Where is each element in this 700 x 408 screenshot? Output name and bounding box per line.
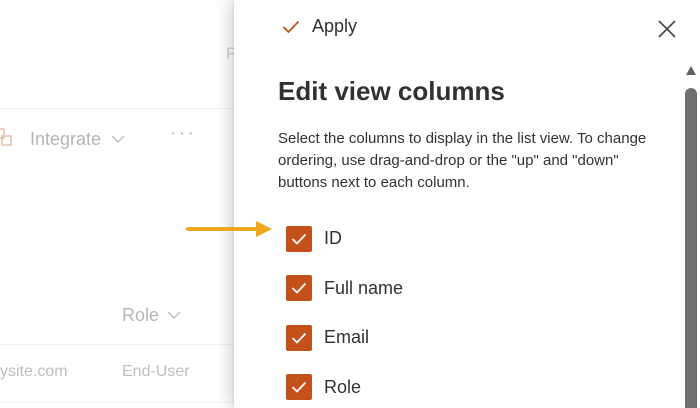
panel-title: Edit view columns (278, 76, 505, 106)
checkmark-icon (291, 233, 307, 245)
column-option-email[interactable]: Email (286, 313, 646, 363)
scrollbar-thumb[interactable] (685, 88, 697, 408)
checkbox[interactable] (286, 225, 312, 252)
checkmark-icon (291, 332, 307, 344)
checkbox[interactable] (286, 374, 312, 401)
column-option-label: Email (324, 327, 370, 348)
checkbox[interactable] (286, 324, 312, 351)
apply-label: Apply (312, 16, 358, 36)
scroll-up-icon[interactable] (686, 66, 696, 75)
column-list: ID Full name Email Role (286, 214, 646, 408)
column-option-label: ID (324, 228, 342, 249)
panel-overlay[interactable] (0, 0, 234, 408)
column-option-id[interactable]: ID (286, 214, 646, 264)
column-option-label: Role (324, 376, 362, 397)
checkmark-icon (291, 283, 307, 295)
annotation-arrow-icon (186, 221, 272, 237)
panel-scrollbar[interactable] (683, 64, 700, 408)
screen: P Integrate ··· Role ysite.com End-User (0, 0, 700, 408)
apply-button[interactable]: Apply (282, 16, 357, 37)
checkmark-icon (282, 20, 300, 33)
panel-description: Select the columns to display in the lis… (278, 130, 647, 191)
checkmark-icon (291, 382, 307, 394)
column-option-full-name[interactable]: Full name (286, 264, 646, 314)
column-option-role[interactable]: Role (286, 363, 646, 408)
checkbox[interactable] (286, 275, 312, 302)
close-icon[interactable] (656, 18, 678, 40)
column-option-label: Full name (324, 277, 404, 298)
edit-view-columns-panel: Apply Edit view columns Select the colum… (234, 0, 700, 408)
